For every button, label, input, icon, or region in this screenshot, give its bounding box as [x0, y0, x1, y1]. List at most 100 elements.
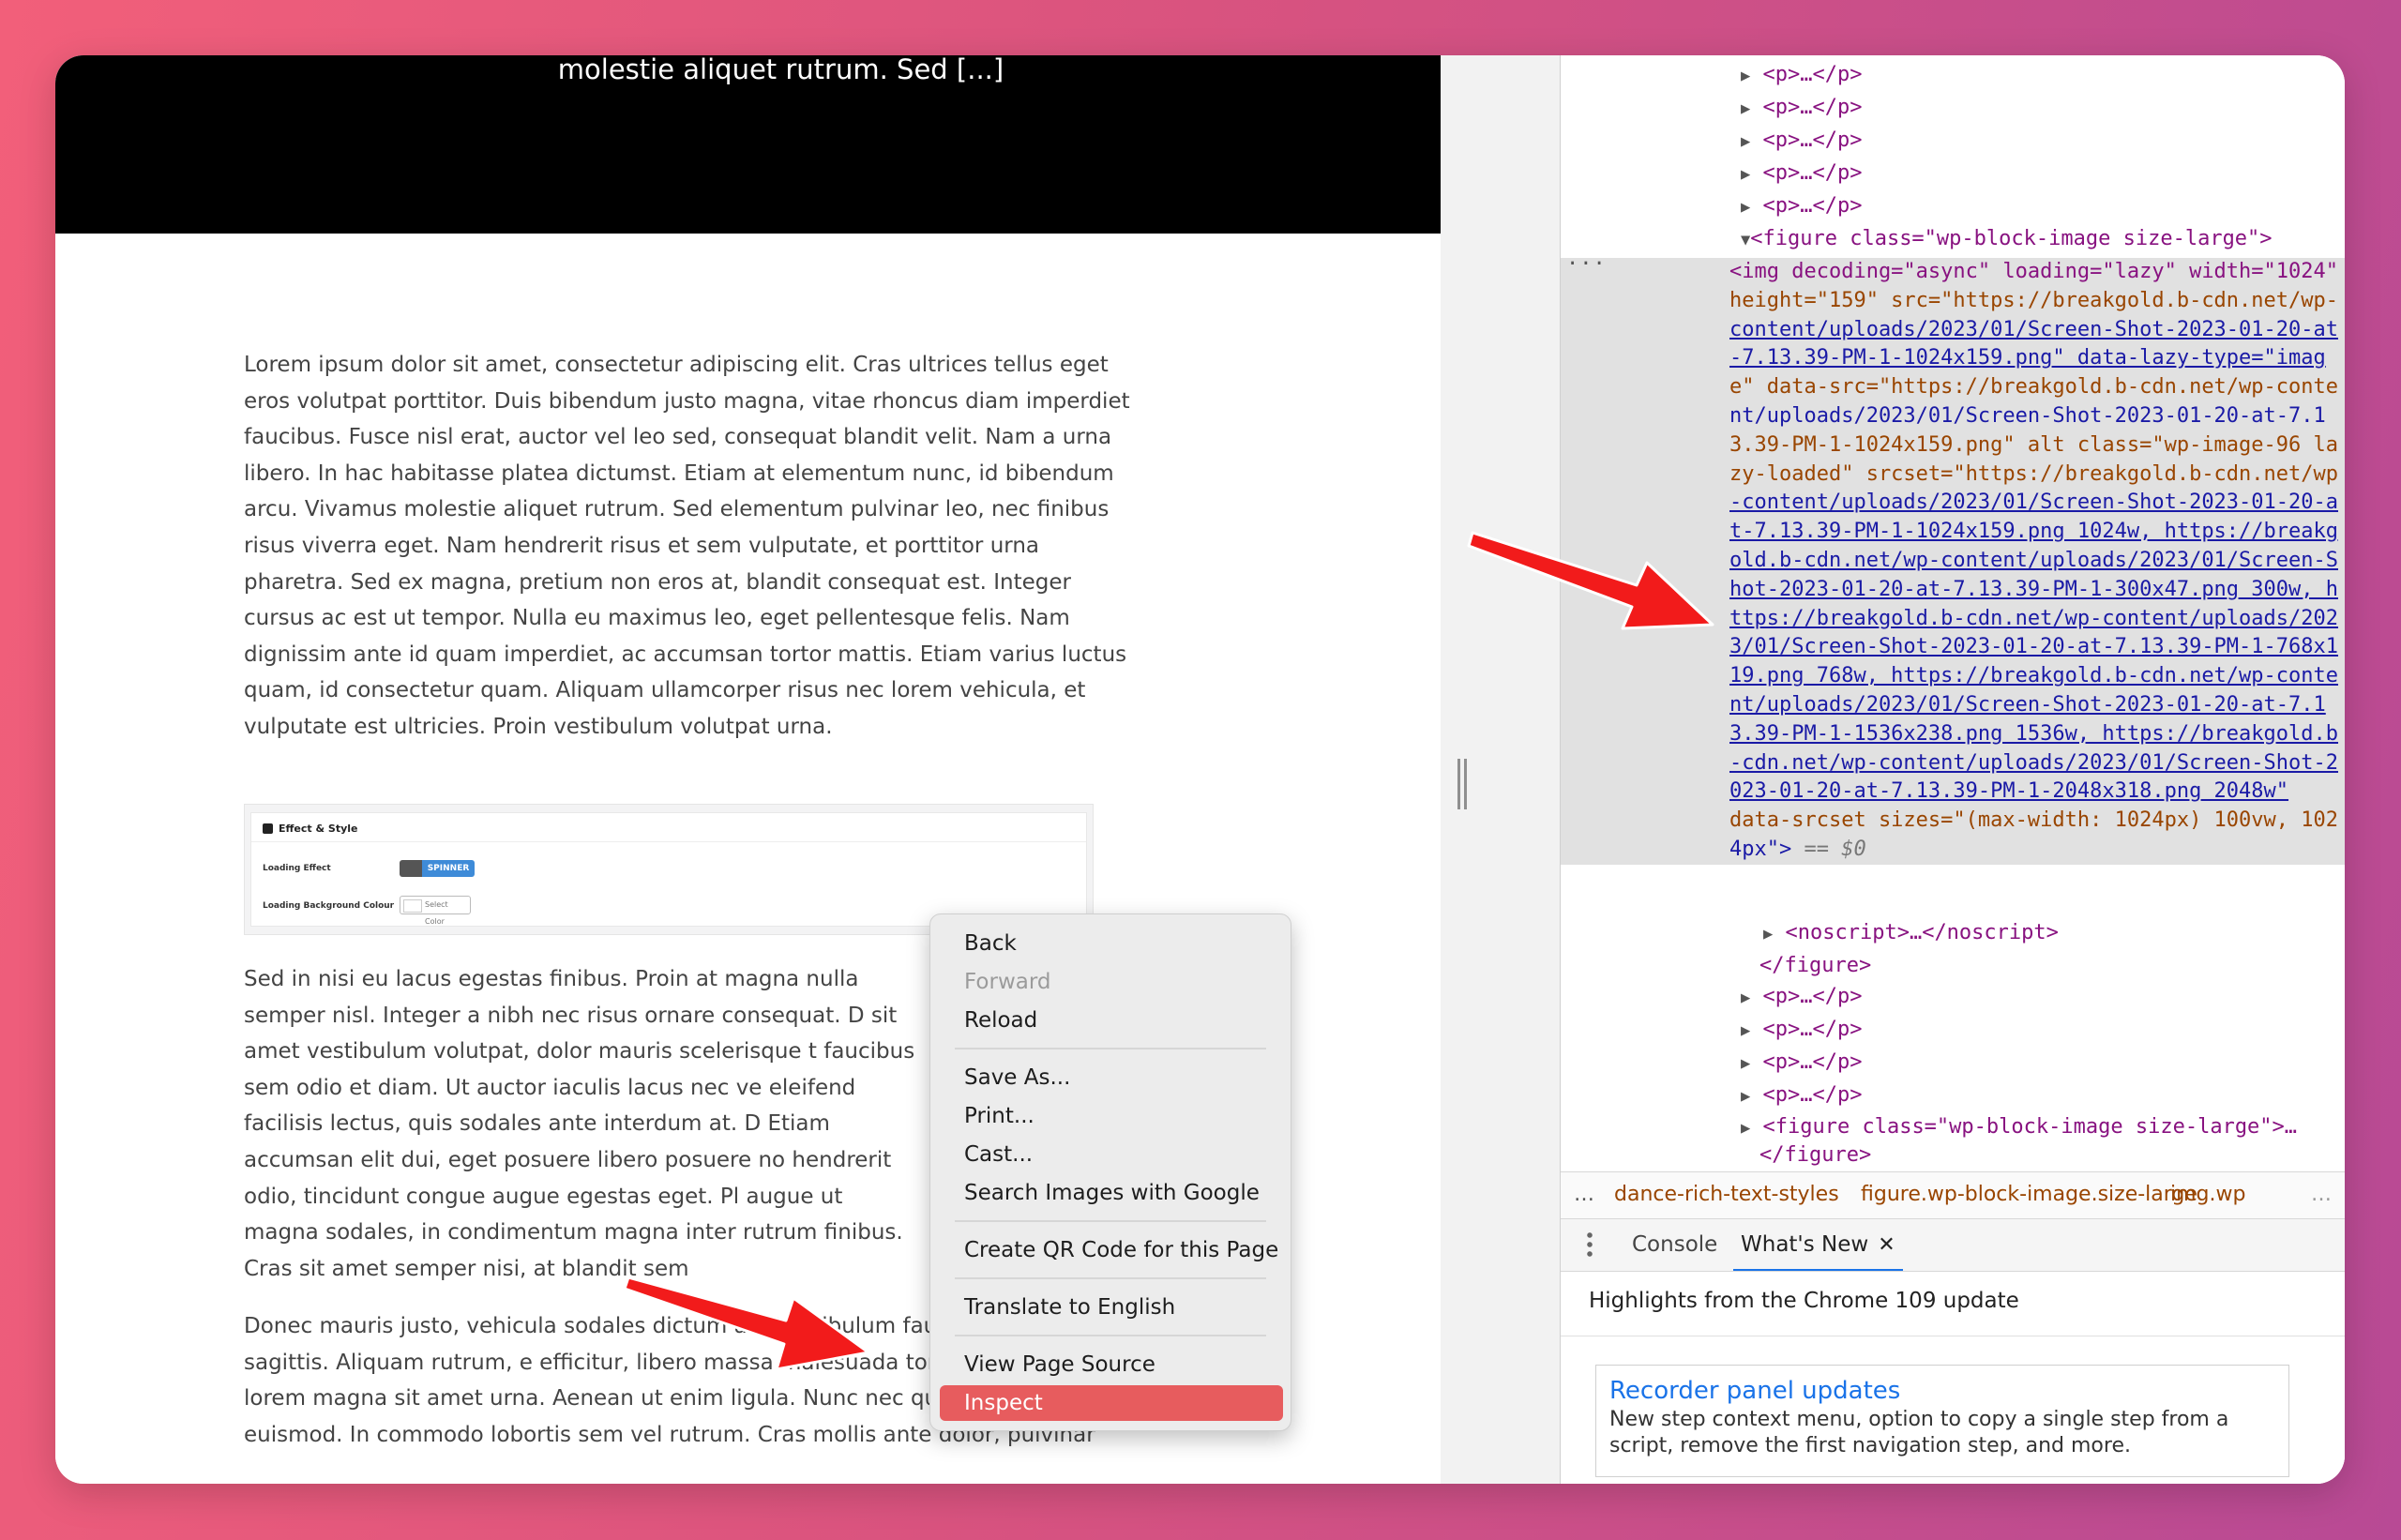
img-line: 3.39-PM-1-1536x238.png 1536w, https://br…: [1729, 721, 2339, 746]
img-line: nt/uploads/2023/01/Screen-Shot-2023-01-2…: [1729, 403, 2326, 428]
article-paragraph: Sed in nisi eu lacus egestas finibus. Pr…: [244, 967, 915, 1281]
menu-separator: [955, 1220, 1266, 1222]
expand-triangle-icon[interactable]: ▶: [1741, 165, 1750, 184]
node-actions-icon[interactable]: ···: [1566, 252, 1607, 276]
close-icon[interactable]: ✕: [1878, 1233, 1895, 1257]
img-line: data-srcset sizes="(max-width: 1024px) 1…: [1729, 808, 2339, 833]
expand-triangle-icon[interactable]: ▶: [1741, 1021, 1750, 1040]
dom-node-figure[interactable]: ▶ <figure class="wp-block-image size-lar…: [1741, 1112, 2297, 1141]
expand-triangle-icon[interactable]: ▶: [1741, 989, 1750, 1007]
color-picker: Select Color: [400, 896, 471, 926]
toggle-on-segment: SPINNER: [422, 860, 475, 877]
menu-item-save-as[interactable]: Save As...: [940, 1060, 1283, 1095]
expand-triangle-icon[interactable]: ▶: [1741, 198, 1750, 217]
img-line: content/uploads/2023/01/Screen-Shot-2023…: [1729, 317, 2339, 341]
expand-triangle-icon[interactable]: ▶: [1741, 1087, 1750, 1106]
annotation-arrow-icon: [1467, 531, 1714, 630]
dom-node-p[interactable]: ▶ <p>…</p>: [1741, 982, 1862, 1011]
img-line: 19.png 768w, https://breakgold.b-cdn.net…: [1729, 664, 2339, 688]
hero-text: molestie aliquet rutrum. Sed [...]: [557, 55, 1004, 85]
img-line: 3/01/Screen-Shot-2023-01-20-at-7.13.39-P…: [1729, 635, 2339, 659]
img-line: 3.39-PM-1-1024x159.png" alt class="wp-im…: [1729, 432, 2339, 457]
img-line: height="159" src="https://breakgold.b-cd…: [1729, 288, 2339, 312]
expand-triangle-icon[interactable]: ▶: [1763, 925, 1773, 944]
dom-node-p[interactable]: ▶ <p>…</p>: [1741, 159, 1862, 188]
img-line: t-7.13.39-PM-1-1024x159.png 1024w, https…: [1729, 520, 2339, 544]
expand-triangle-icon[interactable]: ▶: [1741, 132, 1750, 151]
divider: [251, 841, 1086, 842]
annotation-arrow-icon: [623, 1276, 870, 1371]
context-menu: Back Forward Reload Save As... Print... …: [929, 913, 1291, 1431]
dom-node-p[interactable]: ▶ <p>…</p>: [1741, 191, 1862, 220]
img-line: old.b-cdn.net/wp-content/uploads/2023/01…: [1729, 548, 2339, 572]
feature-card[interactable]: Recorder panel updates New step context …: [1595, 1365, 2289, 1477]
loading-effect-label: Loading Effect: [263, 864, 331, 873]
settings-panel: Effect & Style Loading Effect SPINNER Lo…: [250, 812, 1087, 927]
breadcrumb-item[interactable]: figure.wp-block-image.size-large: [1861, 1172, 2197, 1217]
menu-item-back[interactable]: Back: [940, 926, 1283, 961]
menu-separator: [955, 1277, 1266, 1279]
img-line: 023-01-20-at-7.13.39-PM-1-2048x318.png 2…: [1729, 779, 2289, 804]
img-line: nt/uploads/2023/01/Screen-Shot-2023-01-2…: [1729, 692, 2326, 717]
web-page: molestie aliquet rutrum. Sed [...] Lorem…: [55, 55, 1441, 1484]
more-options-icon[interactable]: [1587, 1230, 1593, 1259]
article-paragraph: Lorem ipsum dolor sit amet, consectetur …: [244, 353, 1130, 739]
breadcrumb-more-icon[interactable]: …: [2311, 1172, 2332, 1217]
expand-triangle-icon[interactable]: ▶: [1741, 1054, 1750, 1073]
tab-whats-new-label: What's New: [1741, 1232, 1869, 1257]
menu-item-cast[interactable]: Cast...: [940, 1137, 1283, 1172]
img-line: -cdn.net/wp-content/uploads/2023/01/Scre…: [1729, 750, 2339, 775]
dom-node-p[interactable]: ▶ <p>…</p>: [1741, 1015, 1862, 1044]
breadcrumb-item[interactable]: img.wp: [2170, 1172, 2245, 1217]
menu-item-view-source[interactable]: View Page Source: [940, 1347, 1283, 1382]
menu-item-print[interactable]: Print...: [940, 1098, 1283, 1134]
browser-window: molestie aliquet rutrum. Sed [...] Lorem…: [55, 55, 2345, 1484]
tab-whats-new[interactable]: What's New ✕: [1733, 1219, 1903, 1272]
dom-node-p[interactable]: ▶ <p>…</p>: [1741, 1080, 1862, 1110]
img-line: hot-2023-01-20-at-7.13.39-PM-1-300x47.pn…: [1729, 577, 2339, 601]
expand-triangle-icon[interactable]: ▶: [1741, 99, 1750, 118]
expand-triangle-icon[interactable]: ▶: [1741, 1119, 1750, 1138]
toggle-off-segment: [400, 860, 422, 877]
tab-console[interactable]: Console: [1632, 1219, 1717, 1272]
hero-banner: molestie aliquet rutrum. Sed [...]: [55, 55, 1441, 234]
devtools-panel: ··· ▶ <p>…</p> ▶ <p>…</p> ▶ <p>…</p> ▶ <…: [1560, 55, 2345, 1484]
bg-colour-label: Loading Background Colour: [263, 901, 395, 911]
img-line: zy-loaded" srcset="https://breakgold.b-c…: [1729, 461, 2339, 486]
dom-node-p[interactable]: ▶ <p>…</p>: [1741, 60, 1862, 89]
dom-node-figure[interactable]: ▼<figure class="wp-block-image size-larg…: [1741, 224, 2273, 253]
card-title-link[interactable]: Recorder panel updates: [1609, 1375, 2275, 1407]
settings-heading-label: Effect & Style: [279, 823, 358, 835]
img-line: e" data-src="https://breakgold.b-cdn.net…: [1729, 375, 2339, 400]
resize-handle[interactable]: [1457, 759, 1467, 809]
img-line: -7.13.39-PM-1-1024x159.png" data-lazy-ty…: [1729, 346, 2326, 370]
dom-node-noscript[interactable]: ▶ <noscript>…</noscript>: [1763, 918, 2059, 947]
img-line: ttps://breakgold.b-cdn.net/wp-content/up…: [1729, 606, 2339, 630]
menu-item-forward: Forward: [964, 970, 1051, 994]
breadcrumb-more-icon[interactable]: …: [1574, 1172, 1594, 1217]
menu-item-translate[interactable]: Translate to English: [940, 1290, 1283, 1325]
drawer-tabbar: Console What's New ✕: [1561, 1218, 2345, 1272]
menu-item-reload[interactable]: Reload: [940, 1003, 1283, 1038]
menu-item-qr-code[interactable]: Create QR Code for this Page: [940, 1232, 1283, 1268]
loading-effect-toggle: SPINNER: [400, 860, 475, 877]
dom-node-p[interactable]: ▶ <p>…</p>: [1741, 1048, 1862, 1077]
dom-node-p[interactable]: ▶ <p>…</p>: [1741, 126, 1862, 155]
breadcrumb-item[interactable]: dance-rich-text-styles: [1614, 1172, 1839, 1217]
settings-heading: Effect & Style: [263, 823, 358, 835]
expand-triangle-icon[interactable]: ▶: [1741, 67, 1750, 85]
card-description: New step context menu, option to copy a …: [1609, 1408, 2229, 1457]
highlights-heading: Highlights from the Chrome 109 update: [1589, 1289, 2019, 1313]
dom-node-figure-close: </figure>: [1759, 1143, 1872, 1167]
dom-node-p[interactable]: ▶ <p>…</p>: [1741, 93, 1862, 122]
img-line-end: 4px"> == $0: [1729, 837, 1866, 861]
collapse-triangle-icon[interactable]: ▼: [1741, 231, 1750, 249]
menu-separator: [955, 1335, 1266, 1336]
breadcrumb: … dance-rich-text-styles figure.wp-block…: [1561, 1171, 2345, 1218]
collapse-icon: [263, 823, 273, 834]
menu-item-inspect[interactable]: Inspect: [940, 1385, 1283, 1421]
img-line: -content/uploads/2023/01/Screen-Shot-202…: [1729, 491, 2339, 515]
dom-node-img-selected[interactable]: <img decoding="async" loading="lazy" wid…: [1729, 258, 2345, 865]
whats-new-panel: Highlights from the Chrome 109 update Re…: [1561, 1271, 2345, 1484]
menu-item-search-images[interactable]: Search Images with Google: [940, 1175, 1283, 1211]
